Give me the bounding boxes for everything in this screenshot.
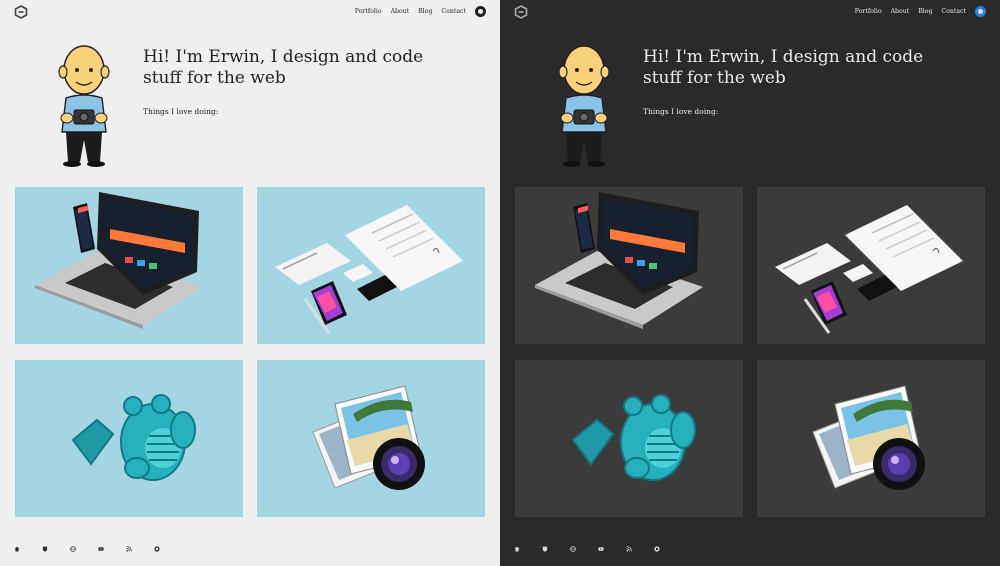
hero-headline: Hi! I'm Erwin, I design and code stuff f…	[643, 47, 924, 88]
portfolio-tile-web-design[interactable]	[515, 187, 743, 344]
hero-subline: Things I love doing:	[143, 107, 219, 116]
stationery-mockup-image	[275, 205, 463, 334]
top-nav: Portfolio About Blog Contact	[355, 6, 486, 17]
youtube-icon[interactable]	[96, 544, 106, 554]
hero-headline: Hi! I'm Erwin, I design and code stuff f…	[143, 47, 424, 88]
photo-lens-image	[812, 385, 925, 490]
globe-icon[interactable]	[68, 544, 78, 554]
hero-subline: Things I love doing:	[643, 107, 719, 116]
site-logo-icon[interactable]	[514, 5, 528, 19]
light-theme-panel: Portfolio About Blog Contact Hi! I'm Erw…	[0, 0, 500, 566]
teal-mascot-image	[571, 394, 696, 481]
nav-about-link[interactable]: About	[891, 8, 910, 15]
avatar-illustration	[558, 45, 610, 167]
site-logo-icon[interactable]	[14, 5, 28, 19]
theme-toggle-button[interactable]	[975, 6, 986, 17]
top-nav: Portfolio About Blog Contact	[855, 6, 986, 17]
github-icon[interactable]	[152, 544, 162, 554]
portfolio-tile-photo-app[interactable]	[257, 360, 485, 517]
portfolio-tile-branding[interactable]	[257, 187, 485, 344]
theme-toggle-button[interactable]	[475, 6, 486, 17]
laptop-mockup-image	[535, 192, 703, 329]
globe-icon[interactable]	[568, 544, 578, 554]
nav-blog-link[interactable]: Blog	[918, 8, 932, 15]
nav-blog-link[interactable]: Blog	[418, 8, 432, 15]
github-icon[interactable]	[652, 544, 662, 554]
nav-portfolio-link[interactable]: Portfolio	[855, 8, 882, 15]
youtube-icon[interactable]	[596, 544, 606, 554]
home-icon[interactable]	[512, 544, 522, 554]
portfolio-tile-photo-app[interactable]	[757, 360, 985, 517]
shield-icon[interactable]	[540, 544, 550, 554]
rss-icon[interactable]	[624, 544, 634, 554]
portfolio-tile-illustration[interactable]	[515, 360, 743, 517]
nav-contact-link[interactable]: Contact	[941, 8, 966, 15]
shield-icon[interactable]	[40, 544, 50, 554]
social-footer	[12, 544, 162, 554]
portfolio-tile-illustration[interactable]	[15, 360, 243, 517]
theme-toggle-icon	[978, 9, 983, 14]
nav-about-link[interactable]: About	[391, 8, 410, 15]
social-footer	[512, 544, 662, 554]
photo-lens-image	[312, 385, 425, 490]
dark-theme-panel: Portfolio About Blog Contact Hi! I'm Erw…	[500, 0, 1000, 566]
split-view: Portfolio About Blog Contact Hi! I'm Erw…	[0, 0, 1000, 566]
theme-toggle-icon	[478, 9, 483, 14]
home-icon[interactable]	[12, 544, 22, 554]
portfolio-tile-web-design[interactable]	[15, 187, 243, 344]
portfolio-tile-branding[interactable]	[757, 187, 985, 344]
nav-portfolio-link[interactable]: Portfolio	[355, 8, 382, 15]
rss-icon[interactable]	[124, 544, 134, 554]
nav-contact-link[interactable]: Contact	[441, 8, 466, 15]
avatar-illustration	[58, 45, 110, 167]
stationery-mockup-image	[775, 205, 963, 334]
laptop-mockup-image	[35, 192, 203, 329]
teal-mascot-image	[71, 394, 196, 481]
